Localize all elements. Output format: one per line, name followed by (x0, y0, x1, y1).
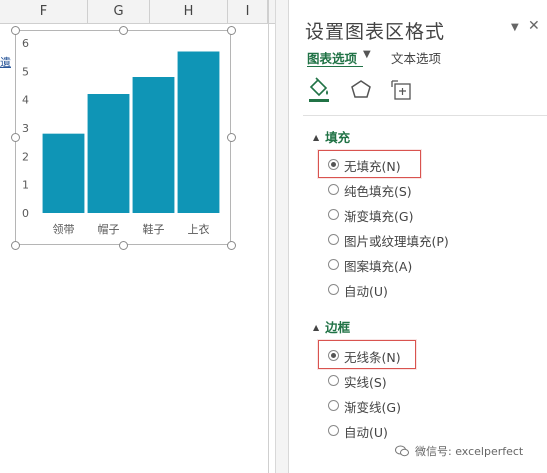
column-header-f[interactable]: F (0, 0, 88, 23)
border-section-label: 边框 (325, 320, 351, 335)
pane-divider (303, 115, 547, 116)
radio-label: 纯色填充(S) (344, 184, 412, 199)
y-tick-label: 2 (22, 150, 29, 163)
y-tick-label: 1 (22, 179, 29, 192)
fill-bucket-icon[interactable] (305, 75, 333, 105)
y-tick-label: 3 (22, 122, 29, 135)
radio-label: 自动(U) (344, 425, 388, 440)
column-header-h[interactable]: H (150, 0, 228, 23)
column-header-i[interactable]: I (228, 0, 268, 23)
resize-handle-bottom-right[interactable] (227, 241, 236, 250)
radio-button[interactable] (328, 234, 339, 245)
pentagon-icon[interactable] (347, 75, 375, 105)
radio-button[interactable] (328, 259, 339, 270)
chart-bar[interactable] (132, 77, 175, 213)
chart-bar[interactable] (87, 94, 130, 213)
resize-handle-bottom-left[interactable] (11, 241, 20, 250)
pane-options-icon[interactable]: ▼ (511, 22, 519, 33)
radio-button[interactable] (328, 375, 339, 386)
pane-title: 设置图表区格式 (305, 21, 446, 43)
radio-button[interactable] (328, 184, 339, 195)
radio-label: 图片或纹理填充(P) (344, 234, 449, 249)
chart-bar[interactable] (177, 51, 220, 214)
resize-handle-top-left[interactable] (11, 26, 20, 35)
close-icon[interactable]: ✕ (528, 18, 540, 34)
radio-button[interactable] (328, 159, 339, 170)
x-category-label: 领带 (53, 223, 75, 236)
resize-handle-bottom[interactable] (119, 241, 128, 250)
radio-label: 自动(U) (344, 284, 388, 299)
column-header-bar: F G H I (0, 0, 275, 24)
x-category-label: 帽子 (98, 223, 120, 236)
radio-button[interactable] (328, 400, 339, 411)
active-tab-underline (307, 66, 363, 67)
sheet-edge (268, 0, 269, 473)
tab-text-options[interactable]: 文本选项 (391, 48, 441, 67)
radio-button[interactable] (328, 425, 339, 436)
watermark: 微信号: excelperfect (395, 443, 523, 459)
size-properties-icon[interactable] (388, 75, 416, 105)
format-chart-area-pane: 设置图表区格式 ▼ ✕ 图表选项 ▼ 文本选项 ▲ 填充 无填充(N) 纯色填充… (291, 0, 547, 473)
spreadsheet-area[interactable]: F G H I 遺 0 1 2 3 4 5 6 领带 帽子 鞋子 上衣 (0, 0, 275, 473)
wechat-icon (395, 445, 409, 457)
resize-handle-right[interactable] (227, 133, 236, 142)
watermark-text: 微信号: excelperfect (415, 445, 524, 458)
y-tick-label: 0 (22, 207, 29, 220)
bar-chart: 0 1 2 3 4 5 6 领带 帽子 鞋子 上衣 (22, 37, 220, 236)
radio-button[interactable] (328, 209, 339, 220)
fill-section-label: 填充 (325, 130, 351, 145)
radio-label: 无填充(N) (344, 159, 401, 174)
resize-handle-top-right[interactable] (227, 26, 236, 35)
radio-label: 图案填充(A) (344, 259, 413, 274)
y-tick-label: 4 (22, 94, 29, 107)
border-section-header[interactable]: ▲ 边框 (313, 317, 350, 336)
radio-label: 渐变线(G) (344, 400, 401, 415)
pane-splitter[interactable] (275, 0, 289, 473)
column-header-g[interactable]: G (88, 0, 150, 23)
radio-label: 实线(S) (344, 375, 387, 390)
radio-button[interactable] (328, 284, 339, 295)
cell-stub-text: 遺 (0, 56, 11, 69)
collapse-triangle-icon: ▲ (313, 133, 320, 142)
x-category-label: 上衣 (188, 222, 210, 236)
fill-section-header[interactable]: ▲ 填充 (313, 127, 350, 146)
radio-label: 无线条(N) (344, 350, 401, 365)
resize-handle-top[interactable] (119, 26, 128, 35)
collapse-triangle-icon: ▲ (313, 323, 320, 332)
x-category-label: 鞋子 (143, 222, 165, 236)
chart-bar[interactable] (42, 133, 85, 213)
radio-label: 渐变填充(G) (344, 209, 414, 224)
tab-chart-options[interactable]: 图表选项 (307, 48, 357, 67)
chart-area[interactable]: 0 1 2 3 4 5 6 领带 帽子 鞋子 上衣 (15, 30, 231, 245)
chevron-down-icon[interactable]: ▼ (363, 49, 371, 60)
radio-button[interactable] (328, 350, 339, 361)
y-tick-label: 6 (22, 37, 29, 50)
resize-handle-left[interactable] (11, 133, 20, 142)
y-tick-label: 5 (22, 65, 29, 78)
